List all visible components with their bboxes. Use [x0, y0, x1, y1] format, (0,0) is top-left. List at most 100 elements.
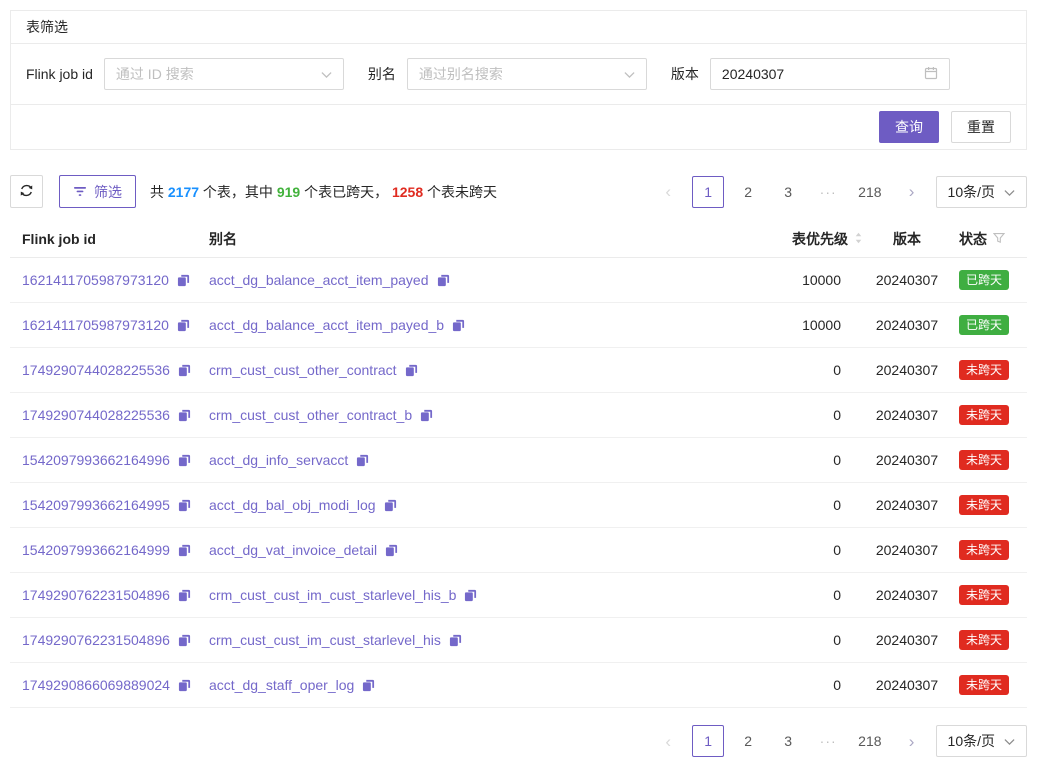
reset-button[interactable]: 重置	[951, 111, 1011, 143]
copy-icon[interactable]	[385, 544, 398, 557]
page-size-select[interactable]: 10条/页	[936, 176, 1027, 208]
copy-icon[interactable]	[420, 409, 433, 422]
pagination-bottom: ‹123···218 ›10条/页	[652, 725, 1027, 757]
version-label: 版本	[671, 64, 699, 84]
summary-part: 1258	[392, 184, 423, 200]
alias-link[interactable]: acct_dg_staff_oper_log	[209, 677, 354, 693]
table-row: 1749290866069889024 acct_dg_staff_oper_lo…	[10, 663, 1027, 708]
field-alias: 别名 通过别名搜索	[368, 58, 647, 90]
chevron-down-icon	[624, 66, 635, 82]
alias-link[interactable]: acct_dg_vat_invoice_detail	[209, 542, 377, 558]
alias-link[interactable]: acct_dg_balance_acct_item_payed_b	[209, 317, 444, 333]
filter-button-label: 筛选	[94, 182, 122, 202]
priority-cell: 0	[707, 407, 867, 423]
status-badge: 未跨天	[959, 630, 1009, 650]
job-id-link[interactable]: 1542097993662164995	[22, 497, 170, 513]
alias-link[interactable]: acct_dg_info_servacct	[209, 452, 348, 468]
copy-icon[interactable]	[178, 544, 191, 557]
alias-link[interactable]: crm_cust_cust_im_cust_starlevel_his_b	[209, 587, 456, 603]
version-date-input[interactable]: 20240307	[710, 58, 950, 90]
alias-link[interactable]: acct_dg_balance_acct_item_payed	[209, 272, 429, 288]
job-id-link[interactable]: 1749290762231504896	[22, 587, 170, 603]
priority-cell: 0	[707, 362, 867, 378]
sort-icon[interactable]	[854, 231, 863, 248]
funnel-filter-icon[interactable]	[993, 231, 1005, 247]
copy-icon[interactable]	[452, 319, 465, 332]
copy-icon[interactable]	[178, 409, 191, 422]
status-badge: 未跨天	[959, 360, 1009, 380]
version-cell: 20240307	[867, 587, 947, 603]
alias-link[interactable]: crm_cust_cust_im_cust_starlevel_his	[209, 632, 441, 648]
copy-icon[interactable]	[178, 454, 191, 467]
job-id-link[interactable]: 1749290744028225536	[22, 362, 170, 378]
version-cell: 20240307	[867, 362, 947, 378]
job-id-link[interactable]: 1749290866069889024	[22, 677, 170, 693]
field-version: 版本 20240307	[671, 58, 950, 90]
page-button-1[interactable]: 1	[692, 176, 724, 208]
copy-icon[interactable]	[177, 274, 190, 287]
job-id-link[interactable]: 1749290762231504896	[22, 632, 170, 648]
copy-icon[interactable]	[177, 319, 190, 332]
page-button-2[interactable]: 2	[732, 725, 764, 757]
page-size-select[interactable]: 10条/页	[936, 725, 1027, 757]
copy-icon[interactable]	[449, 634, 462, 647]
priority-cell: 0	[707, 542, 867, 558]
table-body: 1621411705987973120 acct_dg_balance_acct_…	[10, 258, 1027, 708]
priority-cell: 0	[707, 497, 867, 513]
next-page-button[interactable]: ›	[896, 725, 928, 757]
copy-icon[interactable]	[384, 499, 397, 512]
page-button-3[interactable]: 3	[772, 725, 804, 757]
alias-link[interactable]: acct_dg_bal_obj_modi_log	[209, 497, 376, 513]
prev-page-button[interactable]: ‹	[652, 176, 684, 208]
alias-select[interactable]: 通过别名搜索	[407, 58, 647, 90]
page-button-218[interactable]: 218	[852, 176, 887, 208]
page-button-3[interactable]: 3	[772, 176, 804, 208]
copy-icon[interactable]	[178, 499, 191, 512]
copy-icon[interactable]	[178, 364, 191, 377]
page-button-218[interactable]: 218	[852, 725, 887, 757]
copy-icon[interactable]	[178, 634, 191, 647]
query-button[interactable]: 查询	[879, 111, 939, 143]
job-id-link[interactable]: 1621411705987973120	[22, 272, 169, 288]
copy-icon[interactable]	[464, 589, 477, 602]
status-badge: 已跨天	[959, 270, 1009, 290]
prev-page-button[interactable]: ‹	[652, 725, 684, 757]
col-version: 版本	[867, 229, 947, 249]
copy-icon[interactable]	[362, 679, 375, 692]
pagination-top: ‹123···218 › 10条/页	[652, 176, 1027, 208]
filter-card-title: 表筛选	[26, 17, 68, 37]
status-badge: 未跨天	[959, 405, 1009, 425]
chevron-down-icon	[1004, 184, 1015, 200]
alias-link[interactable]: crm_cust_cust_other_contract_b	[209, 407, 412, 423]
refresh-icon	[19, 183, 34, 201]
copy-icon[interactable]	[178, 589, 191, 602]
page-ellipsis[interactable]: ···	[812, 176, 844, 208]
page-ellipsis[interactable]: ···	[812, 725, 844, 757]
job-id-link[interactable]: 1749290744028225536	[22, 407, 170, 423]
job-id-link[interactable]: 1542097993662164999	[22, 542, 170, 558]
status-badge: 已跨天	[959, 315, 1009, 335]
filter-button[interactable]: 筛选	[59, 175, 136, 208]
page-button-2[interactable]: 2	[732, 176, 764, 208]
priority-cell: 0	[707, 632, 867, 648]
calendar-icon	[924, 66, 938, 83]
summary-part: 个表已跨天，	[300, 184, 392, 200]
refresh-button[interactable]	[10, 175, 43, 208]
flink-job-id-select[interactable]: 通过 ID 搜索	[104, 58, 344, 90]
chevron-down-icon	[1004, 733, 1015, 749]
flink-job-id-placeholder: 通过 ID 搜索	[116, 64, 321, 84]
alias-link[interactable]: crm_cust_cust_other_contract	[209, 362, 397, 378]
job-id-link[interactable]: 1621411705987973120	[22, 317, 169, 333]
job-id-link[interactable]: 1542097993662164996	[22, 452, 170, 468]
summary-part: 个表，其中	[199, 184, 277, 200]
copy-icon[interactable]	[356, 454, 369, 467]
copy-icon[interactable]	[405, 364, 418, 377]
next-page-button[interactable]: ›	[896, 176, 928, 208]
copy-icon[interactable]	[437, 274, 450, 287]
col-priority[interactable]: 表优先级	[707, 229, 867, 249]
copy-icon[interactable]	[178, 679, 191, 692]
priority-cell: 0	[707, 677, 867, 693]
flink-job-id-label: Flink job id	[26, 66, 93, 82]
page-button-1[interactable]: 1	[692, 725, 724, 757]
page-size-label: 10条/页	[948, 182, 995, 202]
